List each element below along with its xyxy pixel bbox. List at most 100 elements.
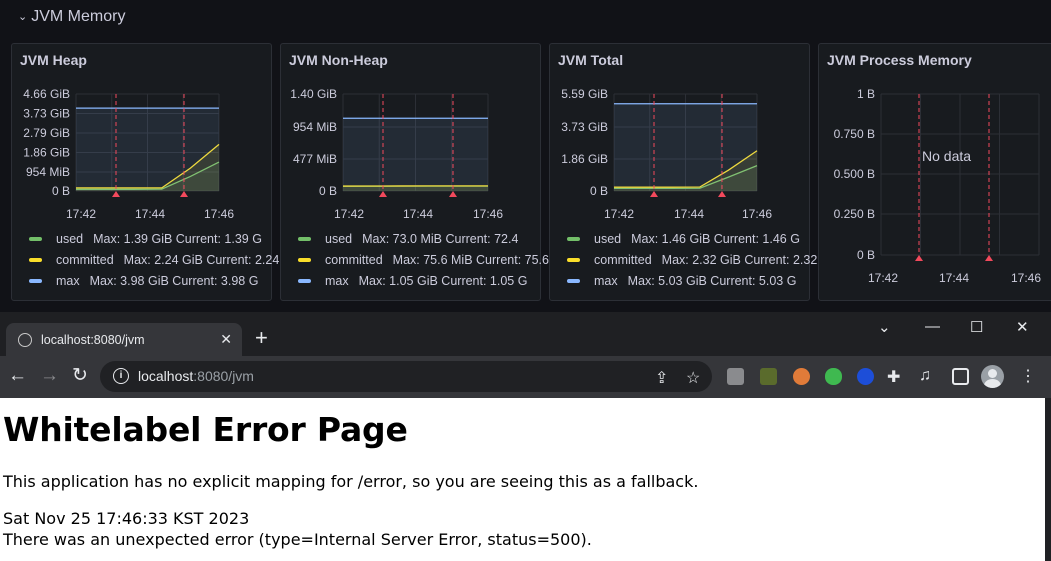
error-timestamp: Sat Nov 25 17:46:33 KST 2023 [3,509,250,528]
y-tick-label: 5.59 GiB [561,87,608,101]
annotation-marker [718,191,726,197]
panel-jvm-non-heap[interactable]: JVM Non-Heap 1.40 GiB 954 MiB 477 MiB 0 B 17… [280,43,549,301]
panel-jvm-total[interactable]: JVM Total 5.59 GiB 3.73 GiB 1.86 GiB 0 B 17:… [549,43,817,301]
x-tick-label: 17:44 [135,207,165,221]
chart-jvm-total: 5.59 GiB 3.73 GiB 1.86 GiB 0 B 17:42 17:44 17:… [561,87,772,221]
chart-jvm-heap: 4.66 GiB 3.73 GiB 2.79 GiB 1.86 GiB 954 MiB 0… [23,87,234,221]
chart-jvm-non-heap: 1.40 GiB 954 MiB 477 MiB 0 B 17:42 17:44 17:46 [290,87,503,221]
x-tick-label: 17:44 [674,207,704,221]
profile-avatar[interactable] [981,365,1004,388]
url-host: localhost [138,368,194,384]
legend-item-used[interactable]: used Max: 73.0 MiB Current: 72.4 [298,232,518,246]
x-tick-label: 17:42 [604,207,634,221]
extension-icon[interactable] [825,368,842,385]
browser-tab[interactable]: localhost:8080/jvm ✕ [6,323,242,356]
forward-arrow-icon[interactable]: → [40,365,59,387]
bookmark-star-icon[interactable]: ☆ [686,368,700,388]
restore-button[interactable]: ☐ [970,318,983,336]
error-description: This application has no explicit mapping… [3,472,699,491]
y-tick-label: 4.66 GiB [23,87,70,101]
x-tick-label: 17:46 [1011,271,1041,285]
site-info-icon[interactable]: i [113,368,129,384]
x-tick-label: 17:42 [334,207,364,221]
tab-search-icon[interactable]: ⌄ [878,318,891,336]
annotation-marker [449,191,457,197]
legend-item-max[interactable]: max Max: 1.05 GiB Current: 1.05 G [298,274,527,288]
legend-item-used[interactable]: used Max: 1.46 GiB Current: 1.46 G [567,232,800,246]
legend-item-committed[interactable]: committed Max: 2.32 GiB Current: 2.32 [567,253,817,267]
legend-name: max [56,274,80,288]
y-tick-label: 0.750 B [834,127,875,141]
legend-item-max[interactable]: max Max: 5.03 GiB Current: 5.03 G [567,274,796,288]
reload-icon[interactable]: ↻ [72,365,88,387]
legend-swatch [298,258,311,262]
legend-stats: Max: 2.24 GiB Current: 2.24 [123,253,280,267]
y-tick-label: 1 B [857,87,875,101]
legend-stats: Max: 1.05 GiB Current: 1.05 G [358,274,528,288]
legend-stats: Max: 5.03 GiB Current: 5.03 G [627,274,797,288]
legend-swatch [298,237,311,241]
close-window-button[interactable]: ✕ [1016,318,1029,336]
annotation-marker [112,191,120,197]
new-tab-button[interactable]: + [255,327,268,349]
x-tick-label: 17:44 [403,207,433,221]
legend-item-max[interactable]: max Max: 3.98 GiB Current: 3.98 G [29,274,258,288]
legend-stats: Max: 2.32 GiB Current: 2.32 [661,253,818,267]
legend-swatch [29,279,42,283]
legend-swatch [567,258,580,262]
row-header-jvm-memory[interactable]: ⌄ JVM Memory [18,8,125,26]
series-area-max [76,108,219,191]
legend-item-used[interactable]: used Max: 1.39 GiB Current: 1.39 G [29,232,262,246]
browser-window: localhost:8080/jvm ✕ + ⌄ — ☐ ✕ ← → ↻ i l… [0,312,1051,561]
legend-name: committed [56,253,114,267]
y-tick-label: 954 MiB [293,120,337,134]
x-tick-label: 17:46 [473,207,503,221]
y-tick-label: 2.79 GiB [23,126,70,140]
y-tick-label: 0 B [52,184,70,198]
image-extension-icon[interactable] [760,368,777,385]
more-menu-icon[interactable]: ⋮ [1020,366,1036,386]
y-tick-label: 0.250 B [834,207,875,221]
minimize-button[interactable]: — [925,318,940,335]
y-tick-label: 0.500 B [834,167,875,181]
chart-jvm-process-memory: 1 B 0.750 B 0.500 B 0.250 B 0 B 17:42 17:44 17:… [834,87,1042,285]
tab-strip: localhost:8080/jvm ✕ + ⌄ — ☐ ✕ [0,312,1051,356]
back-arrow-icon[interactable]: ← [8,365,27,387]
error-detail: There was an unexpected error (type=Inte… [3,530,592,549]
legend-swatch [29,237,42,241]
address-bar[interactable]: i localhost:8080/jvm ⇪ ☆ [100,361,712,392]
x-tick-label: 17:46 [204,207,234,221]
annotation-marker [180,191,188,197]
legend-swatch [567,237,580,241]
y-tick-label: 1.86 GiB [23,146,70,160]
side-panel-icon[interactable] [952,368,969,385]
legend-stats: Max: 1.46 GiB Current: 1.46 G [631,232,800,246]
legend-item-committed[interactable]: committed Max: 2.24 GiB Current: 2.24 [29,253,279,267]
legend-stats: Max: 1.39 GiB Current: 1.39 G [93,232,262,246]
share-icon[interactable]: ⇪ [655,368,668,388]
x-tick-label: 17:42 [868,271,898,285]
extension-icon[interactable] [857,368,874,385]
tab-close-icon[interactable]: ✕ [220,331,232,348]
legend-swatch [567,279,580,283]
legend-item-committed[interactable]: committed Max: 75.6 MiB Current: 75.6 [298,253,549,267]
panel-jvm-process-memory[interactable]: JVM Process Memory 1 B 0.750 B 0.500 B 0.25… [818,43,1051,301]
html5-extension-icon[interactable] [727,368,744,385]
url-text[interactable]: localhost:8080/jvm [138,368,254,384]
y-tick-label: 0 B [319,184,337,198]
legend-swatch [298,279,311,283]
page-heading: Whitelabel Error Page [3,410,408,449]
panel-jvm-heap[interactable]: JVM Heap 4.66 GiB 3.73 GiB 2.79 GiB 1.86 Gi… [11,43,279,301]
legend-swatch [29,258,42,262]
puzzle-extensions-icon[interactable]: ✚ [887,367,900,387]
legend-stats: Max: 73.0 MiB Current: 72.4 [362,232,519,246]
scrollbar-area [1045,398,1051,561]
y-tick-label: 954 MiB [26,165,70,179]
series-area-max [343,118,488,191]
x-tick-label: 17:46 [742,207,772,221]
extension-icon[interactable] [793,368,810,385]
annotation-marker [985,255,993,261]
web-page-content: Whitelabel Error Page This application h… [0,398,1045,561]
annotation-marker [379,191,387,197]
media-controls-icon[interactable]: ♫ [919,367,931,385]
